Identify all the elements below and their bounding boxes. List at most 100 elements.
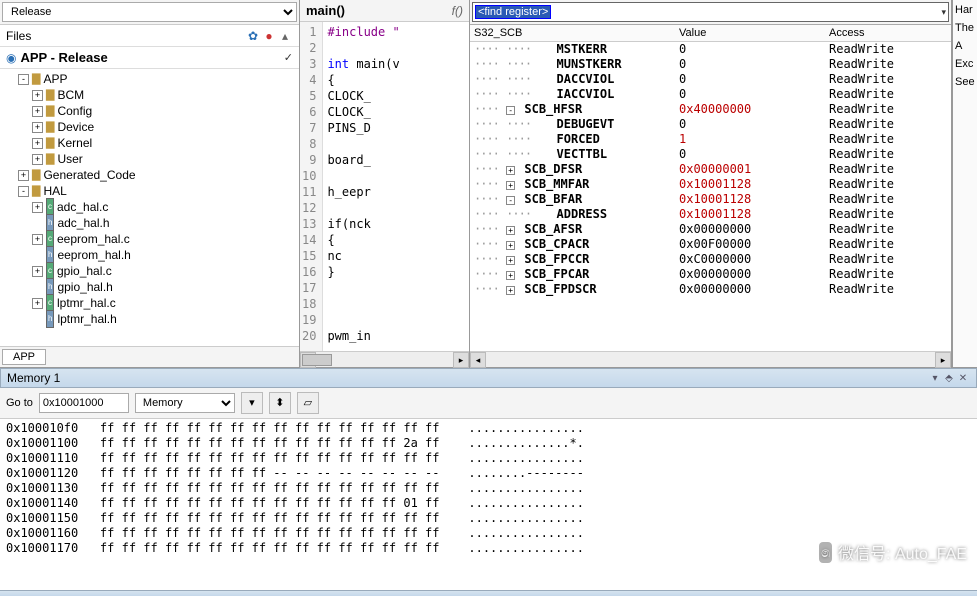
tree-item[interactable]: hgpio_hal.h [4,279,295,295]
register-row[interactable]: ···· ···· VECTTBL0ReadWrite [470,147,951,162]
reg-toggle[interactable]: + [506,271,515,280]
tree-toggle[interactable]: + [32,106,43,117]
reg-toggle[interactable]: + [506,256,515,265]
record-icon[interactable]: ● [261,29,277,43]
register-row[interactable]: ···· + SCB_FPCAR0x00000000ReadWrite [470,267,951,282]
tree-toggle[interactable]: + [32,266,43,277]
register-row[interactable]: ···· + SCB_FPCCR0xC0000000ReadWrite [470,252,951,267]
file-tree[interactable]: -▇APP+▇BCM+▇Config+▇Device+▇Kernel+▇User… [0,69,299,346]
tree-item[interactable]: -▇HAL [4,183,295,199]
memory-row[interactable]: 0x100010f0 ff ff ff ff ff ff ff ff ff ff… [6,421,971,436]
right-panel-sliver: HarThe AExcSee [952,0,977,367]
tree-item[interactable]: +▇Device [4,119,295,135]
register-row[interactable]: ···· ···· DACCVIOL0ReadWrite [470,72,951,87]
register-row[interactable]: ···· ···· MSTKERR0ReadWrite [470,42,951,57]
reg-toggle[interactable]: - [506,196,515,205]
folder-icon: ▇ [46,119,54,135]
register-row[interactable]: ···· + SCB_CPACR0x00F00000ReadWrite [470,237,951,252]
register-row[interactable]: ···· - SCB_HFSR0x40000000ReadWrite [470,102,951,117]
memory-row[interactable]: 0x10001160 ff ff ff ff ff ff ff ff ff ff… [6,526,971,541]
register-row[interactable]: ···· ···· FORCED1ReadWrite [470,132,951,147]
register-row[interactable]: ···· ···· IACCVIOL0ReadWrite [470,87,951,102]
tree-item[interactable]: +▇Kernel [4,135,295,151]
register-row[interactable]: ···· - SCB_BFAR0x10001128ReadWrite [470,192,951,207]
memory-row[interactable]: 0x10001100 ff ff ff ff ff ff ff ff ff ff… [6,436,971,451]
reg-toggle[interactable]: + [506,226,515,235]
chevron-down-icon[interactable]: ▾ [941,7,946,18]
register-row[interactable]: ···· + SCB_MMFAR0x10001128ReadWrite [470,177,951,192]
pin-icon[interactable]: ⬘ [942,373,956,384]
register-row[interactable]: ···· ···· DEBUGEVT0ReadWrite [470,117,951,132]
dropdown-button[interactable]: ▾ [241,392,263,414]
register-row[interactable]: ···· ···· MUNSTKERR0ReadWrite [470,57,951,72]
memory-row[interactable]: 0x10001130 ff ff ff ff ff ff ff ff ff ff… [6,481,971,496]
release-select[interactable]: Release [2,2,297,22]
fx-icon[interactable]: f() [452,4,463,18]
tree-item[interactable]: +clptmr_hal.c [4,295,295,311]
reg-toggle[interactable]: - [506,106,515,115]
tree-toggle[interactable]: + [32,138,43,149]
code-hscroll[interactable]: ◂ ▸ [300,351,469,367]
memory-row[interactable]: 0x10001170 ff ff ff ff ff ff ff ff ff ff… [6,541,971,556]
memory-row[interactable]: 0x10001140 ff ff ff ff ff ff ff ff ff ff… [6,496,971,511]
tree-toggle[interactable]: - [18,186,29,197]
tree-toggle[interactable]: + [32,298,43,309]
reg-toggle[interactable]: + [506,166,515,175]
memory-view-select[interactable]: Memory [135,393,235,413]
tree-label: Config [57,103,92,119]
memory-title: Memory 1 [7,371,928,385]
memory-row[interactable]: 0x10001110 ff ff ff ff ff ff ff ff ff ff… [6,451,971,466]
tree-item[interactable]: +ceeprom_hal.c [4,231,295,247]
tree-toggle[interactable]: + [32,90,43,101]
scroll-right-icon[interactable]: ▸ [935,352,951,368]
chevron-up-icon[interactable]: ▴ [277,29,293,43]
tree-item[interactable]: +▇Config [4,103,295,119]
bottom-splitter[interactable] [0,590,977,596]
tree-item[interactable]: +▇Generated_Code [4,167,295,183]
project-title[interactable]: APP - Release [20,50,107,65]
find-register-select[interactable]: <find register> ▾ [472,2,949,22]
tree-toggle[interactable]: + [32,234,43,245]
scroll-right-icon[interactable]: ▸ [453,352,469,368]
tree-item[interactable]: +▇BCM [4,87,295,103]
tree-toggle[interactable]: + [18,170,29,181]
toolbar-btn-1[interactable]: ⬍ [269,392,291,414]
gear-icon[interactable]: ✿ [245,29,261,43]
reg-toggle[interactable]: + [506,241,515,250]
folder-icon: ▇ [46,103,54,119]
reg-toggle[interactable]: + [506,286,515,295]
register-rows[interactable]: ···· ···· MSTKERR0ReadWrite···· ···· MUN… [470,42,951,351]
memory-row[interactable]: 0x10001120 ff ff ff ff ff ff ff ff -- --… [6,466,971,481]
memory-dump[interactable]: 0x100010f0 ff ff ff ff ff ff ff ff ff ff… [0,419,977,590]
tree-item[interactable]: +cgpio_hal.c [4,263,295,279]
tree-toggle[interactable]: + [32,202,43,213]
goto-address-input[interactable] [39,393,129,413]
tree-item[interactable]: +▇User [4,151,295,167]
scroll-thumb[interactable] [302,354,332,366]
scroll-left-icon[interactable]: ◂ [470,352,486,368]
close-icon[interactable]: ✕ [956,373,970,384]
memory-row[interactable]: 0x10001150 ff ff ff ff ff ff ff ff ff ff… [6,511,971,526]
register-row[interactable]: ···· + SCB_FPDSCR0x00000000ReadWrite [470,282,951,297]
reg-toggle[interactable]: + [506,181,515,190]
folder-icon: ▇ [46,87,54,103]
folder-icon: ▇ [46,135,54,151]
toolbar-btn-2[interactable]: ⏥ [297,392,319,414]
folder-icon: ▇ [32,71,40,87]
dropdown-icon[interactable]: ▾ [928,373,942,384]
tree-item[interactable]: -▇APP [4,71,295,87]
tree-toggle[interactable]: - [18,74,29,85]
tree-item[interactable]: +cadc_hal.c [4,199,295,215]
register-row[interactable]: ···· + SCB_AFSR0x00000000ReadWrite [470,222,951,237]
tree-item[interactable]: heeprom_hal.h [4,247,295,263]
tree-item[interactable]: hlptmr_hal.h [4,311,295,327]
tab-app[interactable]: APP [2,349,46,365]
tree-item[interactable]: hadc_hal.h [4,215,295,231]
register-row[interactable]: ···· + SCB_DFSR0x00000001ReadWrite [470,162,951,177]
code-lines[interactable]: #include "int main(v{ CLOCK_ CLOCK_ PINS… [323,22,403,351]
tree-toggle[interactable]: + [32,154,43,165]
register-row[interactable]: ···· ···· ADDRESS0x10001128ReadWrite [470,207,951,222]
reg-hscroll[interactable]: ◂ ▸ [470,351,951,367]
tree-toggle[interactable]: + [32,122,43,133]
tree-label: eeprom_hal.c [57,231,130,247]
